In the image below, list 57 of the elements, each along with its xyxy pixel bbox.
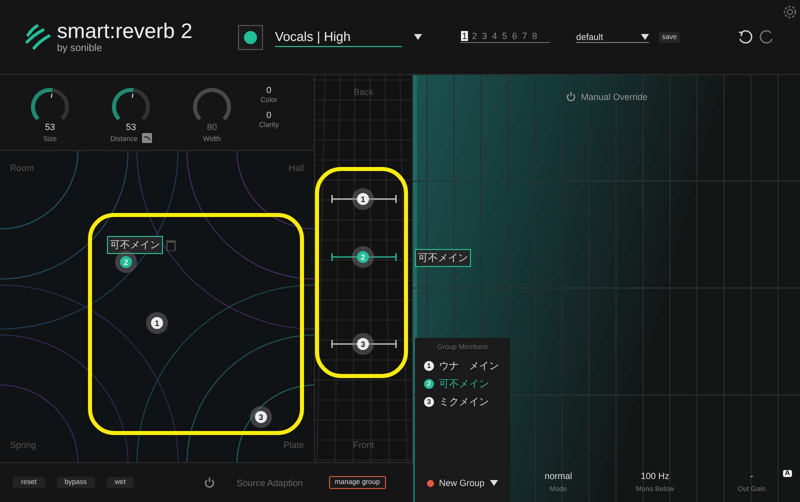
logo-icon bbox=[25, 24, 51, 50]
undo-icon[interactable] bbox=[736, 29, 753, 45]
param-value: 0 bbox=[266, 110, 272, 120]
caret-icon[interactable] bbox=[414, 34, 422, 40]
depth-panel[interactable]: Back Front 1 2 3 bbox=[315, 75, 413, 462]
back-label: Back bbox=[352, 87, 374, 97]
width-range-line bbox=[331, 253, 397, 261]
manual-override-label[interactable]: Manual Override bbox=[581, 92, 648, 102]
source-node[interactable]: 3 bbox=[250, 406, 272, 428]
caret-icon[interactable] bbox=[490, 480, 498, 486]
knob[interactable] bbox=[109, 85, 153, 121]
width-range-line bbox=[331, 340, 397, 348]
slot-tab[interactable]: 2 bbox=[471, 31, 478, 41]
corner-label: Spring bbox=[10, 440, 36, 450]
group-dropdown[interactable]: New Group bbox=[427, 478, 498, 488]
corner-label: Hall bbox=[288, 163, 304, 173]
knob-value: 53 bbox=[126, 122, 136, 132]
member-name[interactable]: ミクメイン bbox=[439, 395, 489, 409]
caret-icon[interactable] bbox=[641, 34, 650, 40]
slot-tab[interactable]: 5 bbox=[501, 31, 508, 41]
source-tag: 可不メイン bbox=[415, 249, 471, 267]
record-button[interactable] bbox=[238, 24, 263, 50]
output-value[interactable]: normal bbox=[544, 471, 572, 481]
source-tag: 可不メイン bbox=[107, 236, 163, 254]
brand-byline: by sonible bbox=[57, 44, 104, 54]
slot-tab[interactable]: 7 bbox=[521, 31, 528, 41]
app-title: smart:reverb 2 bbox=[57, 20, 192, 42]
source-node[interactable]: 1 bbox=[352, 188, 374, 210]
slot-tab[interactable]: 3 bbox=[481, 31, 488, 41]
knob-value: 80 bbox=[206, 122, 217, 132]
slot-tab[interactable]: 4 bbox=[491, 31, 498, 41]
slot-tab[interactable]: 6 bbox=[511, 31, 518, 41]
reverb-pad[interactable]: Room Hall Spring Plate 可不メイン 1 2 3 bbox=[0, 150, 314, 462]
front-label: Front bbox=[352, 440, 375, 450]
output-value[interactable]: - bbox=[750, 471, 754, 481]
slot-tab[interactable]: 8 bbox=[531, 31, 538, 41]
knob-value: 53 bbox=[44, 122, 55, 132]
source-node[interactable]: 1 bbox=[146, 312, 168, 334]
width-range-line bbox=[331, 195, 397, 203]
redo-icon[interactable] bbox=[758, 29, 775, 45]
source-adaption-label: Source Adaption bbox=[236, 478, 303, 488]
output-value[interactable]: 100 Hz bbox=[640, 471, 670, 481]
param-value: 0 bbox=[266, 85, 272, 95]
settings-icon[interactable] bbox=[782, 4, 798, 20]
corner-label: Plate bbox=[283, 440, 304, 450]
trash-icon[interactable] bbox=[166, 240, 176, 251]
knob[interactable] bbox=[28, 85, 72, 121]
power-icon[interactable] bbox=[204, 477, 215, 488]
member-name[interactable]: ウナ メイン bbox=[439, 359, 499, 373]
preset-field[interactable]: Vocals | High bbox=[275, 27, 402, 47]
power-icon[interactable] bbox=[566, 91, 576, 102]
profile-dropdown[interactable]: default bbox=[576, 32, 650, 42]
curve-icon[interactable] bbox=[142, 132, 152, 142]
slot-tab[interactable]: 1 bbox=[461, 31, 468, 41]
corner-label: Room bbox=[10, 163, 34, 173]
source-node[interactable]: 3 bbox=[352, 333, 374, 355]
member-name[interactable]: 可不メイン bbox=[439, 377, 489, 391]
